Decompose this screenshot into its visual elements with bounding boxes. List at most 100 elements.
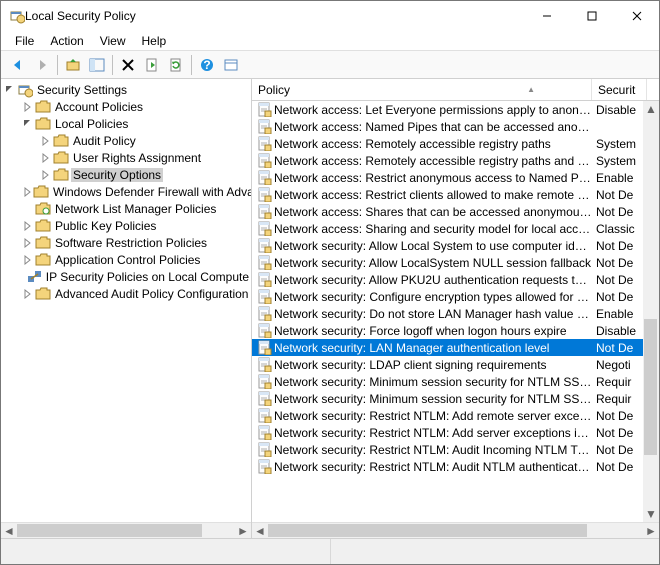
list-row[interactable]: Network access: Remotely accessible regi… — [252, 152, 643, 169]
scroll-thumb[interactable] — [17, 524, 202, 537]
policy-setting: Enable — [592, 307, 643, 321]
scroll-up-icon[interactable]: ▲ — [643, 101, 659, 117]
scroll-right-icon[interactable]: ► — [235, 523, 251, 539]
list-rows[interactable]: Network access: Let Everyone permissions… — [252, 101, 643, 522]
tree-item[interactable]: Public Key Policies — [1, 217, 251, 234]
tree-item[interactable]: Network List Manager Policies — [1, 200, 251, 217]
scroll-thumb[interactable] — [644, 319, 657, 455]
tree-item[interactable]: IP Security Policies on Local Compute — [1, 268, 251, 285]
tree-item[interactable]: Security Options — [1, 166, 251, 183]
policy-icon — [256, 272, 272, 288]
tree-item-label: Audit Policy — [71, 134, 138, 148]
list-row[interactable]: Network security: Restrict NTLM: Add rem… — [252, 407, 643, 424]
scroll-thumb[interactable] — [268, 524, 587, 537]
scroll-left-icon[interactable]: ◄ — [1, 523, 17, 539]
tree-item[interactable]: Windows Defender Firewall with Adva — [1, 183, 251, 200]
twisty-icon[interactable] — [41, 136, 53, 146]
menu-help[interactable]: Help — [136, 32, 173, 50]
list-row[interactable]: Network security: Restrict NTLM: Audit N… — [252, 458, 643, 475]
tree-item[interactable]: Account Policies — [1, 98, 251, 115]
folder-icon — [35, 252, 51, 268]
list-pane: Policy ▲ Securit Network access: Let Eve… — [252, 79, 659, 538]
tree-root[interactable]: Security Settings — [1, 81, 251, 98]
list-row[interactable]: Network security: Restrict NTLM: Add ser… — [252, 424, 643, 441]
show-hide-tree-button[interactable] — [86, 54, 108, 76]
twisty-icon[interactable] — [23, 102, 35, 112]
twisty-icon[interactable] — [23, 221, 35, 231]
tree-item[interactable]: Local Policies — [1, 115, 251, 132]
twisty-icon[interactable] — [23, 187, 33, 197]
list-row[interactable]: Network security: Do not store LAN Manag… — [252, 305, 643, 322]
policy-icon — [256, 170, 272, 186]
forward-button[interactable] — [31, 54, 53, 76]
twisty-icon[interactable] — [23, 119, 35, 129]
policy-name: Network access: Restrict anonymous acces… — [274, 171, 592, 185]
menu-file[interactable]: File — [9, 32, 40, 50]
maximize-button[interactable] — [569, 2, 614, 31]
column-header-security-setting[interactable]: Securit — [592, 79, 647, 100]
list-row[interactable]: Network security: Allow Local System to … — [252, 237, 643, 254]
export-button[interactable] — [141, 54, 163, 76]
twisty-open-icon[interactable] — [5, 85, 17, 95]
policy-icon — [256, 408, 272, 424]
scroll-track[interactable] — [17, 523, 235, 539]
tree-item[interactable]: Software Restriction Policies — [1, 234, 251, 251]
tree-item-label: Security Options — [71, 168, 163, 182]
policy-setting: Enable — [592, 171, 643, 185]
policy-setting: Not De — [592, 426, 643, 440]
list-row[interactable]: Network security: Configure encryption t… — [252, 288, 643, 305]
twisty-icon[interactable] — [23, 255, 35, 265]
list-row[interactable]: Network access: Named Pipes that can be … — [252, 118, 643, 135]
scroll-down-icon[interactable]: ▼ — [643, 506, 659, 522]
menu-action[interactable]: Action — [44, 32, 89, 50]
delete-button[interactable] — [117, 54, 139, 76]
tree-item-label: Public Key Policies — [53, 219, 158, 233]
help-button[interactable]: ? — [196, 54, 218, 76]
list-row[interactable]: Network access: Sharing and security mod… — [252, 220, 643, 237]
list-row[interactable]: Network access: Shares that can be acces… — [252, 203, 643, 220]
folder-icon — [26, 269, 42, 285]
up-button[interactable] — [62, 54, 84, 76]
policy-setting: Not De — [592, 443, 643, 457]
twisty-icon[interactable] — [41, 153, 53, 163]
list-row[interactable]: Network access: Restrict clients allowed… — [252, 186, 643, 203]
list-row[interactable]: Network security: Force logoff when logo… — [252, 322, 643, 339]
properties-button[interactable] — [220, 54, 242, 76]
tree-horizontal-scrollbar[interactable]: ◄ ► — [1, 522, 251, 538]
policy-name: Network security: Restrict NTLM: Audit I… — [274, 443, 592, 457]
list-row[interactable]: Network access: Remotely accessible regi… — [252, 135, 643, 152]
list-row[interactable]: Network security: LDAP client signing re… — [252, 356, 643, 373]
list-row[interactable]: Network security: Allow PKU2U authentica… — [252, 271, 643, 288]
scroll-right-icon[interactable]: ► — [643, 523, 659, 539]
twisty-icon[interactable] — [23, 289, 35, 299]
list-row[interactable]: Network security: LAN Manager authentica… — [252, 339, 643, 356]
twisty-icon[interactable] — [23, 238, 35, 248]
minimize-button[interactable] — [524, 2, 569, 31]
tree-body[interactable]: Security SettingsAccount PoliciesLocal P… — [1, 79, 251, 522]
tree-item[interactable]: Audit Policy — [1, 132, 251, 149]
scroll-track[interactable] — [643, 117, 659, 506]
menu-view[interactable]: View — [94, 32, 132, 50]
twisty-icon[interactable] — [41, 170, 53, 180]
refresh-button[interactable] — [165, 54, 187, 76]
list-row[interactable]: Network security: Allow LocalSystem NULL… — [252, 254, 643, 271]
scroll-track[interactable] — [268, 523, 643, 539]
list-horizontal-scrollbar[interactable]: ◄ ► — [252, 522, 659, 538]
tree-item[interactable]: Application Control Policies — [1, 251, 251, 268]
tree-item[interactable]: Advanced Audit Policy Configuration — [1, 285, 251, 302]
list-row[interactable]: Network security: Minimum session securi… — [252, 373, 643, 390]
back-button[interactable] — [7, 54, 29, 76]
list-row[interactable]: Network security: Minimum session securi… — [252, 390, 643, 407]
scroll-left-icon[interactable]: ◄ — [252, 523, 268, 539]
list-row[interactable]: Network security: Restrict NTLM: Audit I… — [252, 441, 643, 458]
column-header-policy[interactable]: Policy ▲ — [252, 79, 592, 100]
list-vertical-scrollbar[interactable]: ▲ ▼ — [643, 101, 659, 522]
close-button[interactable] — [614, 2, 659, 31]
list-row[interactable]: Network access: Restrict anonymous acces… — [252, 169, 643, 186]
tree-item-label: Security Settings — [35, 83, 129, 97]
policy-icon — [256, 340, 272, 356]
policy-name: Network security: Restrict NTLM: Audit N… — [274, 460, 592, 474]
policy-icon — [256, 289, 272, 305]
tree-item[interactable]: User Rights Assignment — [1, 149, 251, 166]
list-row[interactable]: Network access: Let Everyone permissions… — [252, 101, 643, 118]
